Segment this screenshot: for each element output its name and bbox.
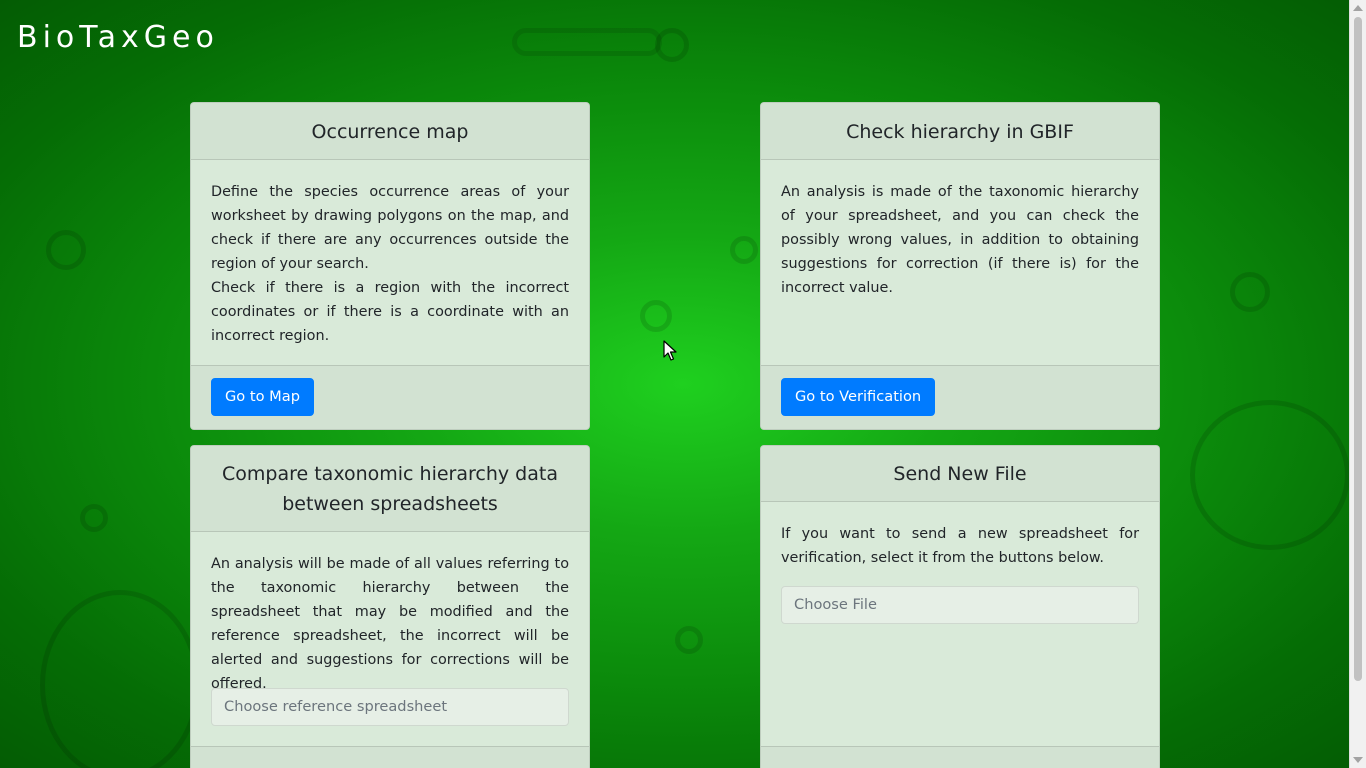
check-hierarchy-title: Check hierarchy in GBIF [846,121,1074,143]
check-hierarchy-card-body: An analysis is made of the taxonomic hie… [761,160,1159,300]
compare-hierarchy-title-line-1: Compare taxonomic hierarchy data [222,463,558,485]
compare-hierarchy-description: An analysis will be made of all values r… [211,556,569,692]
send-new-file-card-footer [761,746,1159,768]
new-file-placeholder: Choose File [794,596,877,613]
occurrence-map-card-footer: Go to Map [191,365,589,429]
send-new-file-card: Send New File If you want to send a new … [760,445,1160,768]
compare-hierarchy-card-header: Compare taxonomic hierarchy data between… [191,446,589,532]
go-to-verification-button[interactable]: Go to Verification [781,378,936,416]
compare-hierarchy-title-line-2: between spreadsheets [282,493,498,515]
scroll-up-arrow-icon[interactable] [1353,5,1363,11]
mouse-pointer-icon [663,340,677,361]
background-decoration-circle [40,590,200,768]
check-hierarchy-card-footer: Go to Verification [761,365,1159,429]
background-decoration-circle [730,236,758,264]
vertical-scrollbar[interactable] [1349,0,1366,768]
background-decoration-pill [512,28,662,56]
send-new-file-title: Send New File [893,463,1027,485]
background-decoration-circle [1230,272,1270,312]
send-new-file-card-body: If you want to send a new spreadsheet fo… [761,502,1159,570]
occurrence-map-description: Define the species occurrence areas of y… [211,184,569,272]
occurrence-map-title: Occurrence map [311,121,469,143]
compare-hierarchy-card-body: An analysis will be made of all values r… [191,532,589,696]
scroll-down-arrow-icon[interactable] [1353,757,1363,763]
reference-spreadsheet-file-input[interactable]: Choose reference spreadsheet [211,688,569,726]
app-brand-title[interactable]: BioTaxGeo [17,18,219,58]
reference-spreadsheet-placeholder: Choose reference spreadsheet [224,698,448,715]
occurrence-map-card-header: Occurrence map [191,103,589,160]
check-hierarchy-card: Check hierarchy in GBIF An analysis is m… [760,102,1160,430]
occurrence-map-card: Occurrence map Define the species occurr… [190,102,590,430]
go-to-map-button[interactable]: Go to Map [211,378,314,416]
new-file-input[interactable]: Choose File [781,586,1139,624]
background-decoration-circle [655,28,689,62]
background-decoration-circle [46,230,86,270]
background-decoration-circle [640,300,672,332]
send-new-file-description: If you want to send a new spreadsheet fo… [781,526,1139,566]
check-hierarchy-card-header: Check hierarchy in GBIF [761,103,1159,160]
background-decoration-circle [80,504,108,532]
check-hierarchy-description: An analysis is made of the taxonomic hie… [781,184,1139,296]
send-new-file-card-header: Send New File [761,446,1159,502]
scrollbar-thumb[interactable] [1354,17,1362,681]
background-decoration-circle [1190,400,1350,550]
compare-hierarchy-card-footer [191,746,589,768]
occurrence-map-description-2: Check if there is a region with the inco… [211,280,569,344]
background-decoration-circle [675,626,703,654]
occurrence-map-card-body: Define the species occurrence areas of y… [191,160,589,348]
compare-hierarchy-card: Compare taxonomic hierarchy data between… [190,445,590,768]
